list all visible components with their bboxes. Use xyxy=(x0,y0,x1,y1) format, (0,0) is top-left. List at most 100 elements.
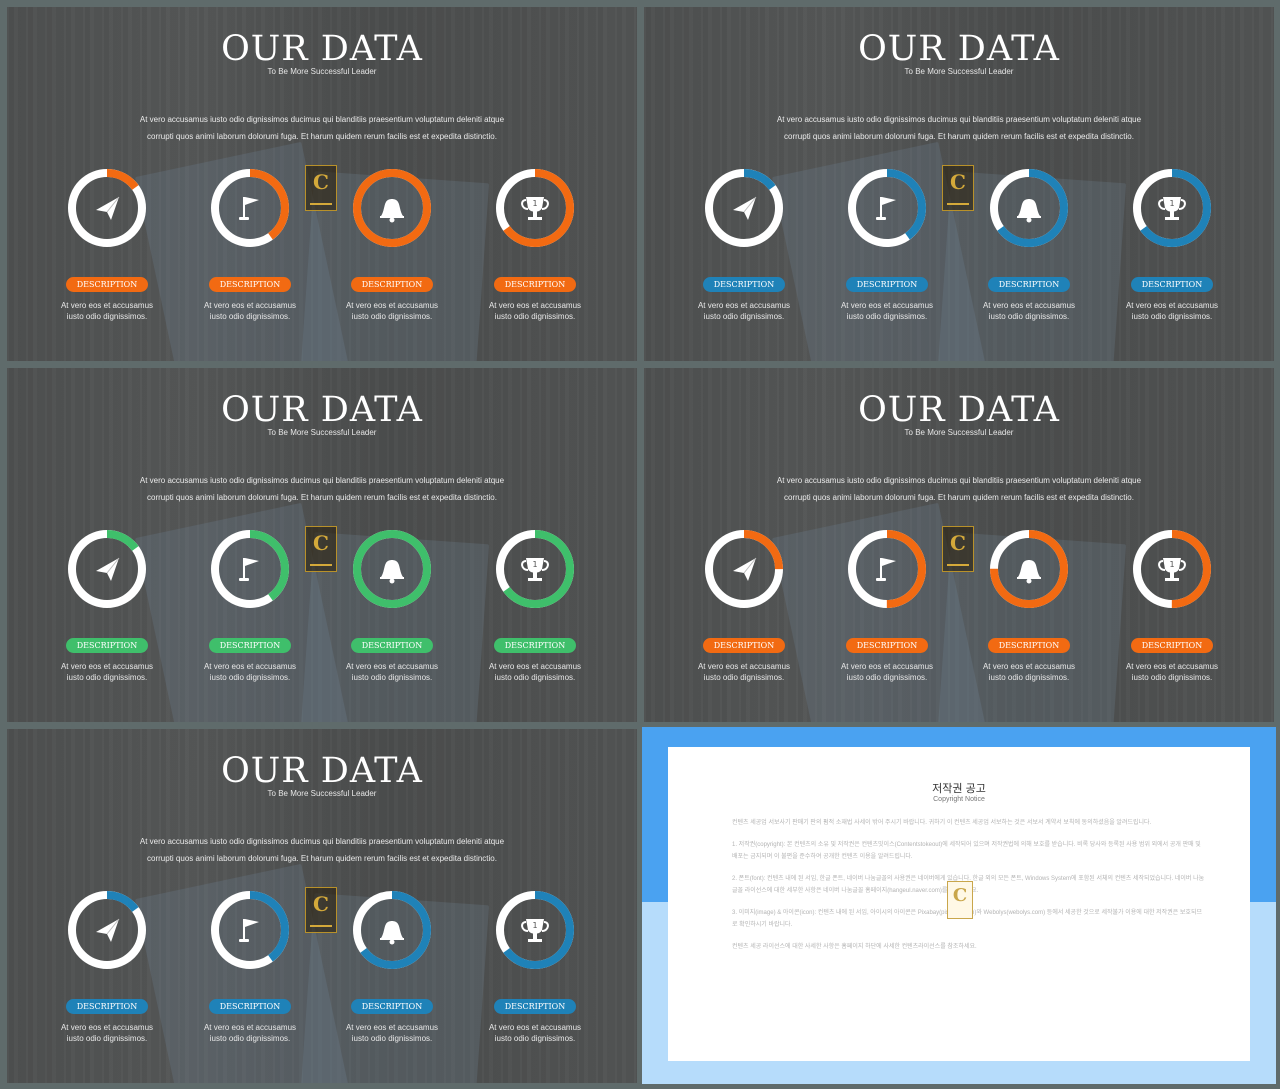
progress-ring xyxy=(66,528,148,610)
caption-line: iusto odio dignissimos. xyxy=(846,673,928,682)
caption-line: At vero eos et accusamus xyxy=(697,662,791,671)
caption-line: iusto odio dignissimos. xyxy=(846,312,928,321)
progress-ring xyxy=(209,528,291,610)
description-label: DESCRIPTION xyxy=(66,277,148,292)
svg-text:1: 1 xyxy=(1169,560,1174,569)
trophy-icon: 1 xyxy=(521,919,549,942)
flag-icon xyxy=(876,197,896,220)
caption-line: iusto odio dignissimos. xyxy=(988,673,1070,682)
item-caption: At vero eos et accusamus iusto odio digni… xyxy=(342,300,442,322)
caption-line: iusto odio dignissimos. xyxy=(351,673,433,682)
brand-logo: C xyxy=(305,526,337,572)
progress-ring: 1 xyxy=(494,167,576,249)
bell-icon xyxy=(1017,199,1041,223)
item-caption: At vero eos et accusamus iusto odio digni… xyxy=(1122,661,1222,683)
svg-text:1: 1 xyxy=(532,921,537,930)
body-line: corrupti quos animi laborum dolorumi fug… xyxy=(147,132,497,141)
caption-line: At vero eos et accusamus xyxy=(1125,662,1219,671)
caption-line: iusto odio dignissimos. xyxy=(703,673,785,682)
item-caption: At vero eos et accusamus iusto odio digni… xyxy=(200,300,300,322)
caption-line: iusto odio dignissimos. xyxy=(494,312,576,321)
caption-line: At vero eos et accusamus xyxy=(840,301,934,310)
progress-ring: 1 xyxy=(1131,528,1213,610)
trophy-icon: 1 xyxy=(521,558,549,581)
notice-paragraph: 1. 저작권(copyright): 본 컨텐츠의 소유 및 저작권은 컨텐츠밋… xyxy=(732,841,1201,861)
progress-ring xyxy=(846,528,928,610)
body-line: At vero accusamus iusto odio dignissimos… xyxy=(139,837,505,846)
description-label: DESCRIPTION xyxy=(351,638,433,653)
bell-icon xyxy=(380,560,404,584)
paper-plane-icon xyxy=(96,557,120,581)
caption-line: At vero eos et accusamus xyxy=(840,662,934,671)
notice-paragraph: 컨텐츠 세공 라이선스에 대한 사세한 사항은 홈페이지 하단에 사세한 컨텐츠… xyxy=(732,943,977,950)
description-label: DESCRIPTION xyxy=(351,277,433,292)
description-label: DESCRIPTION xyxy=(846,638,928,653)
brand-logo: C xyxy=(947,881,973,919)
trophy-icon: 1 xyxy=(521,197,549,220)
description-label: DESCRIPTION xyxy=(846,277,928,292)
notice-title: 저작권 공고 xyxy=(932,783,986,795)
progress-ring xyxy=(66,167,148,249)
description-label: DESCRIPTION xyxy=(66,999,148,1014)
progress-ring xyxy=(351,167,433,249)
caption-line: At vero eos et accusamus xyxy=(203,1023,297,1032)
our-data-slide: C OUR DATA To Be More Successful Leader At … xyxy=(644,368,1274,722)
paper-plane-icon xyxy=(733,196,757,220)
brand-logo: C xyxy=(305,165,337,211)
slide-body-text: At vero accusamus iusto odio dignissimos… xyxy=(739,111,1179,145)
caption-line: iusto odio dignissimos. xyxy=(351,312,433,321)
slide-title: OUR DATA xyxy=(221,751,423,791)
description-label: DESCRIPTION xyxy=(209,999,291,1014)
caption-line: iusto odio dignissimos. xyxy=(209,1034,291,1043)
bell-icon xyxy=(380,199,404,223)
caption-line: At vero eos et accusamus xyxy=(60,301,154,310)
caption-line: At vero eos et accusamus xyxy=(697,301,791,310)
caption-line: iusto odio dignissimos. xyxy=(703,312,785,321)
slide-title: OUR DATA xyxy=(221,390,423,430)
body-line: corrupti quos animi laborum dolorumi fug… xyxy=(784,132,1134,141)
item-caption: At vero eos et accusamus iusto odio digni… xyxy=(200,1022,300,1044)
item-caption: At vero eos et accusamus iusto odio digni… xyxy=(57,1022,157,1044)
bell-icon xyxy=(380,921,404,945)
body-line: At vero accusamus iusto odio dignissimos… xyxy=(776,115,1142,124)
description-label: DESCRIPTION xyxy=(988,638,1070,653)
slide-title: OUR DATA xyxy=(221,29,423,69)
description-label: DESCRIPTION xyxy=(209,277,291,292)
description-label: DESCRIPTION xyxy=(703,277,785,292)
caption-line: iusto odio dignissimos. xyxy=(66,1034,148,1043)
caption-line: iusto odio dignissimos. xyxy=(1131,673,1213,682)
body-line: At vero accusamus iusto odio dignissimos… xyxy=(139,115,505,124)
item-caption: At vero eos et accusamus iusto odio digni… xyxy=(837,661,937,683)
svg-text:1: 1 xyxy=(1169,199,1174,208)
body-line: corrupti quos animi laborum dolorumi fug… xyxy=(784,493,1134,502)
svg-text:1: 1 xyxy=(532,560,537,569)
caption-line: iusto odio dignissimos. xyxy=(494,1034,576,1043)
body-line: corrupti quos animi laborum dolorumi fug… xyxy=(147,493,497,502)
description-label: DESCRIPTION xyxy=(1131,277,1213,292)
description-label: DESCRIPTION xyxy=(209,638,291,653)
notice-subtitle: Copyright Notice xyxy=(933,796,985,803)
caption-line: At vero eos et accusamus xyxy=(982,301,1076,310)
progress-ring xyxy=(351,528,433,610)
caption-line: iusto odio dignissimos. xyxy=(351,1034,433,1043)
paper-plane-icon xyxy=(96,196,120,220)
progress-ring xyxy=(209,889,291,971)
item-caption: At vero eos et accusamus iusto odio digni… xyxy=(694,300,794,322)
description-label: DESCRIPTION xyxy=(703,638,785,653)
description-label: DESCRIPTION xyxy=(351,999,433,1014)
progress-ring xyxy=(988,528,1070,610)
description-label: DESCRIPTION xyxy=(988,277,1070,292)
item-caption: At vero eos et accusamus iusto odio digni… xyxy=(342,1022,442,1044)
progress-ring: 1 xyxy=(494,889,576,971)
item-caption: At vero eos et accusamus iusto odio digni… xyxy=(342,661,442,683)
caption-line: iusto odio dignissimos. xyxy=(988,312,1070,321)
slide-subtitle: To Be More Successful Leader xyxy=(904,428,1014,437)
caption-line: At vero eos et accusamus xyxy=(488,662,582,671)
slide-subtitle: To Be More Successful Leader xyxy=(267,428,377,437)
caption-line: iusto odio dignissimos. xyxy=(1131,312,1213,321)
caption-line: At vero eos et accusamus xyxy=(1125,301,1219,310)
slide-body-text: At vero accusamus iusto odio dignissimos… xyxy=(102,472,542,506)
our-data-slide: C OUR DATA To Be More Successful Leader At … xyxy=(7,729,637,1083)
brand-logo: C xyxy=(942,526,974,572)
paper-plane-icon xyxy=(733,557,757,581)
